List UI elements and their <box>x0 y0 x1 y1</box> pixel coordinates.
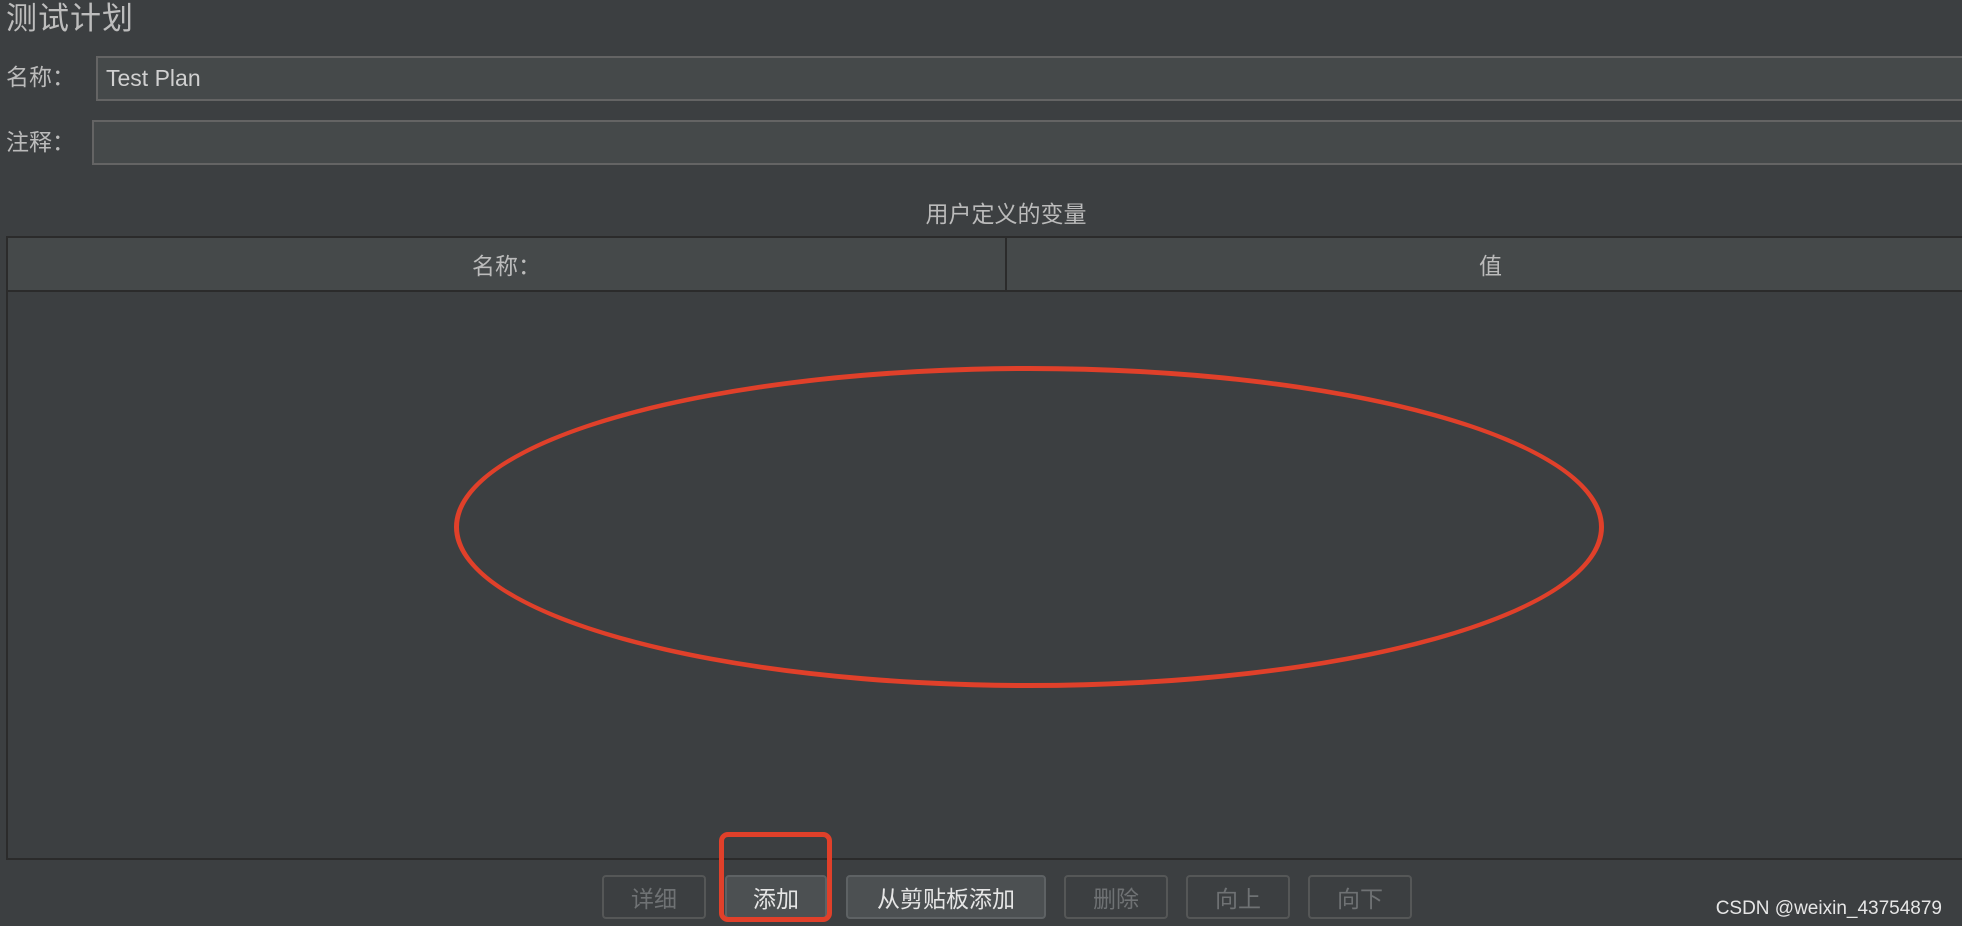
column-header-value[interactable]: 值 <box>1007 238 1962 290</box>
add-button[interactable]: 添加 <box>725 875 827 919</box>
table-header: 名称： 值 <box>8 238 1962 292</box>
comment-field[interactable] <box>92 120 1962 165</box>
delete-button[interactable]: 删除 <box>1064 875 1168 919</box>
move-up-button[interactable]: 向上 <box>1186 875 1290 919</box>
add-from-clipboard-button[interactable]: 从剪贴板添加 <box>846 875 1046 919</box>
watermark: CSDN @weixin_43754879 <box>1715 898 1942 919</box>
user-variables-title: 用户定义的变量 <box>925 202 1087 228</box>
comment-label: 注释： <box>6 130 75 156</box>
move-down-button[interactable]: 向下 <box>1308 875 1412 919</box>
column-header-name[interactable]: 名称： <box>8 238 1007 290</box>
user-variables-table[interactable]: 名称： 值 <box>6 236 1962 860</box>
page-title: 测试计划 <box>6 1 134 37</box>
detail-button[interactable]: 详细 <box>602 875 706 919</box>
name-field[interactable] <box>96 56 1962 101</box>
name-label: 名称： <box>6 65 75 91</box>
